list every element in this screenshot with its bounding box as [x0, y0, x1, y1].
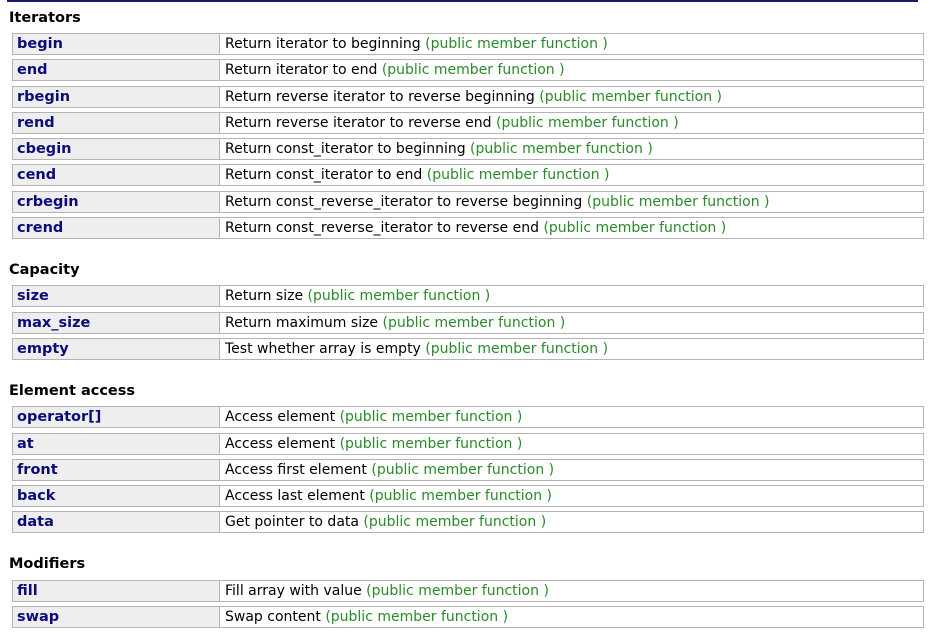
- description-text: Return maximum size: [225, 315, 379, 331]
- member-description: Swap content (public member function ): [220, 607, 923, 627]
- member-kind: (public member function ): [543, 220, 727, 236]
- member-description: Return iterator to beginning (public mem…: [220, 34, 923, 54]
- member-kind: (public member function ): [339, 436, 523, 452]
- description-text: Return iterator to beginning: [225, 36, 421, 52]
- table-row: crbegin Return const_reverse_iterator to…: [12, 191, 924, 213]
- description-text: Access element: [225, 436, 336, 452]
- table-row: fill Fill array with value (public membe…: [12, 580, 924, 602]
- table-row: rbegin Return reverse iterator to revers…: [12, 86, 924, 108]
- member-description: Return reverse iterator to reverse begin…: [220, 87, 923, 107]
- section-title-iterators: Iterators: [9, 10, 81, 26]
- member-description: Access first element (public member func…: [220, 460, 923, 480]
- description-text: Test whether array is empty: [225, 341, 421, 357]
- member-link-rend[interactable]: rend: [13, 113, 220, 133]
- member-link-empty[interactable]: empty: [13, 339, 220, 359]
- member-link-operator-subscript[interactable]: operator[]: [13, 407, 220, 427]
- table-row: empty Test whether array is empty (publi…: [12, 338, 924, 360]
- member-description: Get pointer to data (public member funct…: [220, 512, 923, 532]
- member-description: Access last element (public member funct…: [220, 486, 923, 506]
- member-link-begin[interactable]: begin: [13, 34, 220, 54]
- description-text: Return reverse iterator to reverse begin…: [225, 89, 535, 105]
- member-link-swap[interactable]: swap: [13, 607, 220, 627]
- description-text: Return const_iterator to beginning: [225, 141, 466, 157]
- member-description: Return const_reverse_iterator to reverse…: [220, 192, 923, 212]
- description-text: Access element: [225, 409, 336, 425]
- table-row: data Get pointer to data (public member …: [12, 511, 924, 533]
- member-kind: (public member function ): [369, 488, 552, 504]
- member-link-size[interactable]: size: [13, 286, 220, 306]
- table-row: rend Return reverse iterator to reverse …: [12, 112, 924, 134]
- member-kind: (public member function ): [495, 115, 679, 131]
- table-row: cbegin Return const_iterator to beginnin…: [12, 138, 924, 160]
- table-row: size Return size (public member function…: [12, 285, 924, 307]
- description-text: Return const_iterator to end: [225, 167, 423, 183]
- member-description: Access element (public member function ): [220, 434, 923, 454]
- description-text: Return const_reverse_iterator to reverse…: [225, 220, 539, 236]
- description-text: Return reverse iterator to reverse end: [225, 115, 492, 131]
- section-title-element-access: Element access: [9, 383, 136, 399]
- section-title-capacity: Capacity: [9, 262, 80, 278]
- member-kind: (public member function ): [371, 462, 555, 478]
- description-text: Access first element: [225, 462, 367, 478]
- member-link-end[interactable]: end: [13, 60, 220, 80]
- member-link-fill[interactable]: fill: [13, 581, 220, 601]
- table-row: end Return iterator to end (public membe…: [12, 59, 924, 81]
- description-text: Get pointer to data: [225, 514, 359, 530]
- member-kind: (public member function ): [425, 36, 608, 52]
- member-link-cbegin[interactable]: cbegin: [13, 139, 220, 159]
- member-link-max-size[interactable]: max_size: [13, 313, 220, 333]
- member-description: Return reverse iterator to reverse end (…: [220, 113, 923, 133]
- description-text: Access last element: [225, 488, 365, 504]
- member-description: Return iterator to end (public member fu…: [220, 60, 923, 80]
- member-link-at[interactable]: at: [13, 434, 220, 454]
- member-kind: (public member function ): [381, 62, 565, 78]
- member-description: Return maximum size (public member funct…: [220, 313, 923, 333]
- description-text: Return const_reverse_iterator to reverse…: [225, 194, 583, 210]
- table-row: begin Return iterator to beginning (publ…: [12, 33, 924, 55]
- member-description: Return const_iterator to beginning (publ…: [220, 139, 923, 159]
- member-link-back[interactable]: back: [13, 486, 220, 506]
- member-link-cend[interactable]: cend: [13, 165, 220, 185]
- member-kind: (public member function ): [339, 409, 523, 425]
- member-link-rbegin[interactable]: rbegin: [13, 87, 220, 107]
- member-description: Return size (public member function ): [220, 286, 923, 306]
- section-title-modifiers: Modifiers: [9, 556, 86, 572]
- table-row: swap Swap content (public member functio…: [12, 606, 924, 628]
- member-kind: (public member function ): [586, 194, 770, 210]
- member-description: Return const_iterator to end (public mem…: [220, 165, 923, 185]
- member-kind: (public member function ): [325, 609, 509, 625]
- member-kind: (public member function ): [363, 514, 547, 530]
- table-row: cend Return const_iterator to end (publi…: [12, 164, 924, 186]
- table-row: at Access element (public member functio…: [12, 433, 924, 455]
- member-kind: (public member function ): [470, 141, 653, 157]
- member-description: Fill array with value (public member fun…: [220, 581, 923, 601]
- member-kind: (public member function ): [426, 167, 610, 183]
- table-row: crend Return const_reverse_iterator to r…: [12, 217, 924, 239]
- member-description: Test whether array is empty (public memb…: [220, 339, 923, 359]
- member-description: Access element (public member function ): [220, 407, 923, 427]
- member-description: Return const_reverse_iterator to reverse…: [220, 218, 923, 238]
- member-kind: (public member function ): [307, 288, 491, 304]
- member-link-data[interactable]: data: [13, 512, 220, 532]
- member-kind: (public member function ): [366, 583, 549, 599]
- table-row: operator[] Access element (public member…: [12, 406, 924, 428]
- description-text: Fill array with value: [225, 583, 362, 599]
- member-link-crend[interactable]: crend: [13, 218, 220, 238]
- description-text: Return size: [225, 288, 304, 304]
- member-kind: (public member function ): [539, 89, 723, 105]
- description-text: Return iterator to end: [225, 62, 378, 78]
- top-divider: [7, 0, 918, 2]
- member-kind: (public member function ): [425, 341, 609, 357]
- member-link-front[interactable]: front: [13, 460, 220, 480]
- description-text: Swap content: [225, 609, 321, 625]
- table-row: back Access last element (public member …: [12, 485, 924, 507]
- member-kind: (public member function ): [382, 315, 566, 331]
- member-link-crbegin[interactable]: crbegin: [13, 192, 220, 212]
- table-row: front Access first element (public membe…: [12, 459, 924, 481]
- table-row: max_size Return maximum size (public mem…: [12, 312, 924, 334]
